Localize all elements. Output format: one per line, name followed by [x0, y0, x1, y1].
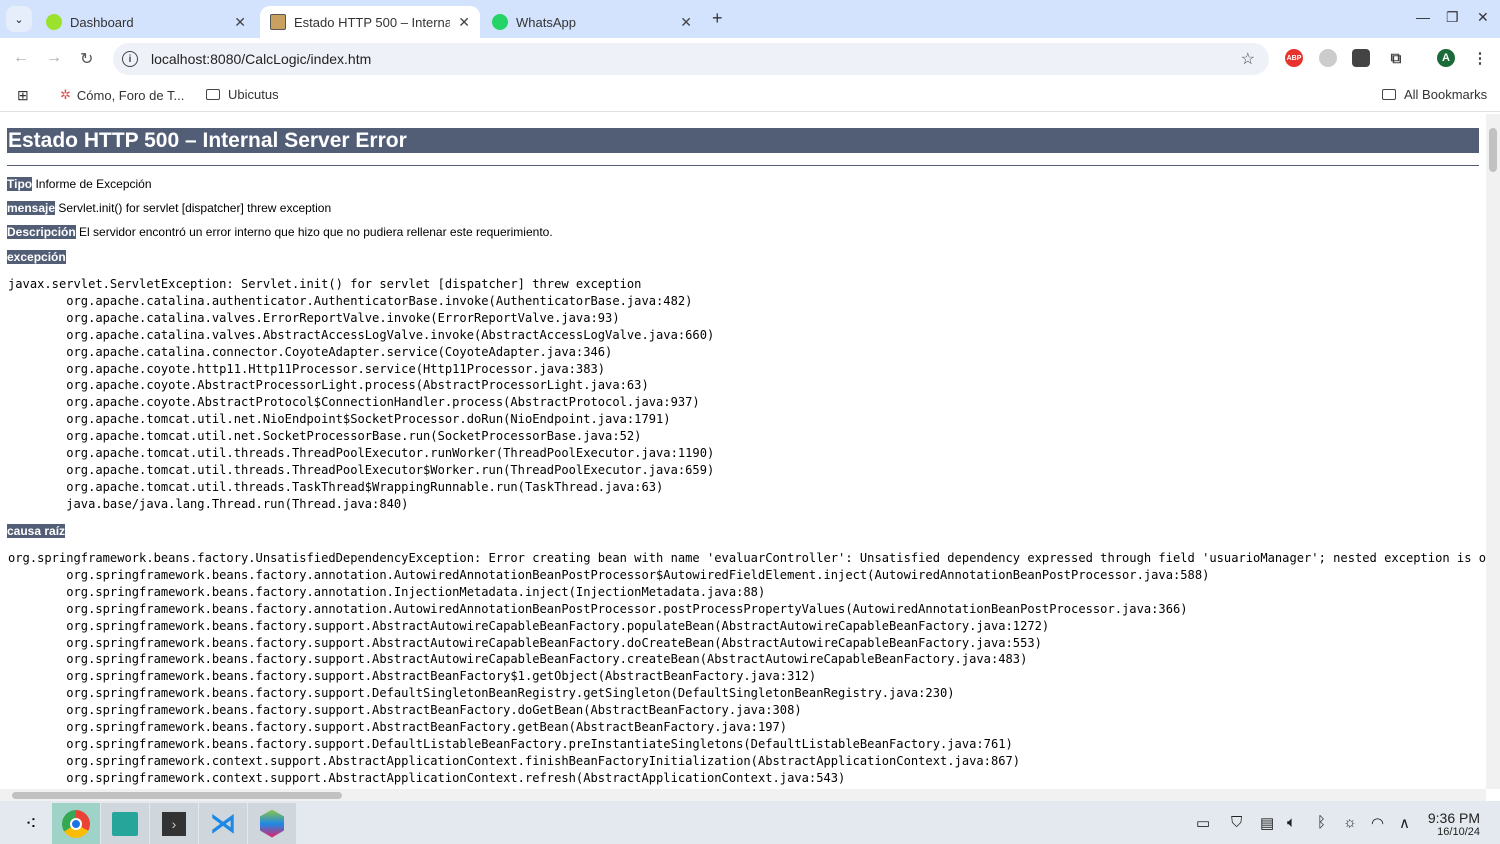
close-tab-icon[interactable]: ✕ — [458, 14, 470, 31]
extension-icon[interactable] — [1319, 49, 1337, 67]
launcher-icon[interactable]: ⁖ — [7, 803, 55, 844]
root-cause-stack-trace: org.springframework.beans.factory.Unsati… — [8, 551, 1486, 785]
tab-error[interactable]: Estado HTTP 500 – Internal Server Error … — [260, 6, 480, 38]
security-shield-icon[interactable]: ⛉ — [1231, 814, 1242, 831]
tab-strip: ⌄ Dashboard ✕ Estado HTTP 500 – Internal… — [0, 0, 1500, 38]
clock[interactable]: 9:36 PM 16/10/24 — [1428, 810, 1480, 838]
descripcion-row: Descripción El servidor encontró un erro… — [7, 225, 553, 239]
error-page: Estado HTTP 500 – Internal Server Error … — [0, 114, 1486, 789]
page-title: Estado HTTP 500 – Internal Server Error — [7, 128, 1479, 153]
vertical-scrollbar[interactable] — [1486, 114, 1500, 789]
extensions-puzzle-icon[interactable]: ⧉ — [1387, 49, 1405, 67]
brightness-icon[interactable]: ☼ — [1343, 814, 1357, 831]
show-desktop-icon[interactable]: ▭ — [1196, 814, 1210, 832]
url-text[interactable]: localhost:8080/CalcLogic/index.htm — [151, 51, 371, 67]
new-tab-button[interactable]: + — [712, 8, 723, 29]
mensaje-row: mensaje Servlet.init() for servlet [disp… — [7, 201, 332, 215]
volume-icon[interactable]: 🔈︎ — [1287, 814, 1296, 831]
tab-whatsapp[interactable]: WhatsApp ✕ — [482, 6, 702, 38]
folder-icon — [206, 89, 220, 100]
all-bookmarks[interactable]: All Bookmarks — [1382, 87, 1487, 102]
whatsapp-icon — [492, 14, 508, 30]
bookmark-star-icon[interactable]: ☆ — [1241, 49, 1255, 69]
causa-label-row: causa raíz — [7, 524, 66, 538]
netbeans-icon[interactable] — [248, 803, 296, 844]
browser-toolbar: ← → ↻ i localhost:8080/CalcLogic/index.h… — [0, 38, 1500, 80]
minimize-button[interactable]: — — [1416, 9, 1430, 25]
tipo-row: Tipo Informe de Excepción — [7, 177, 152, 191]
menu-kebab-icon[interactable]: ⋮ — [1471, 49, 1489, 67]
restore-button[interactable]: ❐ — [1446, 9, 1459, 26]
excepcion-label-row: excepción — [7, 250, 66, 264]
files-icon[interactable] — [101, 803, 149, 844]
vertical-scroll-thumb[interactable] — [1489, 128, 1497, 172]
back-button[interactable]: ← — [13, 49, 29, 67]
bookmarks-bar: ⊞ ✲ Cómo, Foro de T... Ubicutus All Book… — [0, 80, 1500, 112]
vscode-icon[interactable]: ⋊ — [199, 803, 247, 844]
site-info-icon[interactable]: i — [122, 51, 138, 67]
profile-avatar[interactable]: A — [1437, 49, 1455, 67]
forward-button[interactable]: → — [46, 49, 62, 67]
divider — [7, 165, 1479, 166]
bookmark-como[interactable]: ✲ Cómo, Foro de T... — [60, 87, 184, 103]
exception-stack-trace: javax.servlet.ServletException: Servlet.… — [8, 277, 715, 511]
bookmark-favicon: ✲ — [60, 87, 71, 102]
close-window-button[interactable]: ✕ — [1477, 9, 1489, 26]
taskbar: ⁖ › ⋊ ▭ ⛉ ▤ 🔈︎ ᛒ ☼ ◠ ∧ 9:36 PM 16/10/24 — [0, 801, 1500, 844]
horizontal-scroll-thumb[interactable] — [12, 792, 342, 799]
folder-icon — [1382, 89, 1396, 100]
address-bar[interactable]: i localhost:8080/CalcLogic/index.htm ☆ — [113, 43, 1269, 75]
reload-button[interactable]: ↻ — [80, 49, 93, 69]
tab-dashboard[interactable]: Dashboard ✕ — [36, 6, 256, 38]
apps-grid-icon[interactable]: ⊞ — [17, 87, 29, 104]
robot-extension-icon[interactable] — [1352, 49, 1370, 67]
bookmark-ubicutus[interactable]: Ubicutus — [206, 87, 279, 102]
terminal-icon[interactable]: › — [150, 803, 198, 844]
bluetooth-icon[interactable]: ᛒ — [1317, 814, 1326, 831]
close-tab-icon[interactable]: ✕ — [680, 14, 692, 31]
wifi-icon[interactable]: ◠ — [1371, 814, 1384, 832]
tray-expand-icon[interactable]: ∧ — [1399, 814, 1410, 832]
chrome-icon[interactable] — [52, 803, 100, 844]
close-tab-icon[interactable]: ✕ — [234, 14, 246, 31]
tomcat-favicon — [270, 14, 286, 30]
adblock-icon[interactable]: ABP — [1285, 49, 1303, 67]
dashboard-favicon — [46, 14, 62, 30]
clipboard-icon[interactable]: ▤ — [1260, 814, 1274, 832]
tab-search-button[interactable]: ⌄ — [6, 6, 32, 32]
